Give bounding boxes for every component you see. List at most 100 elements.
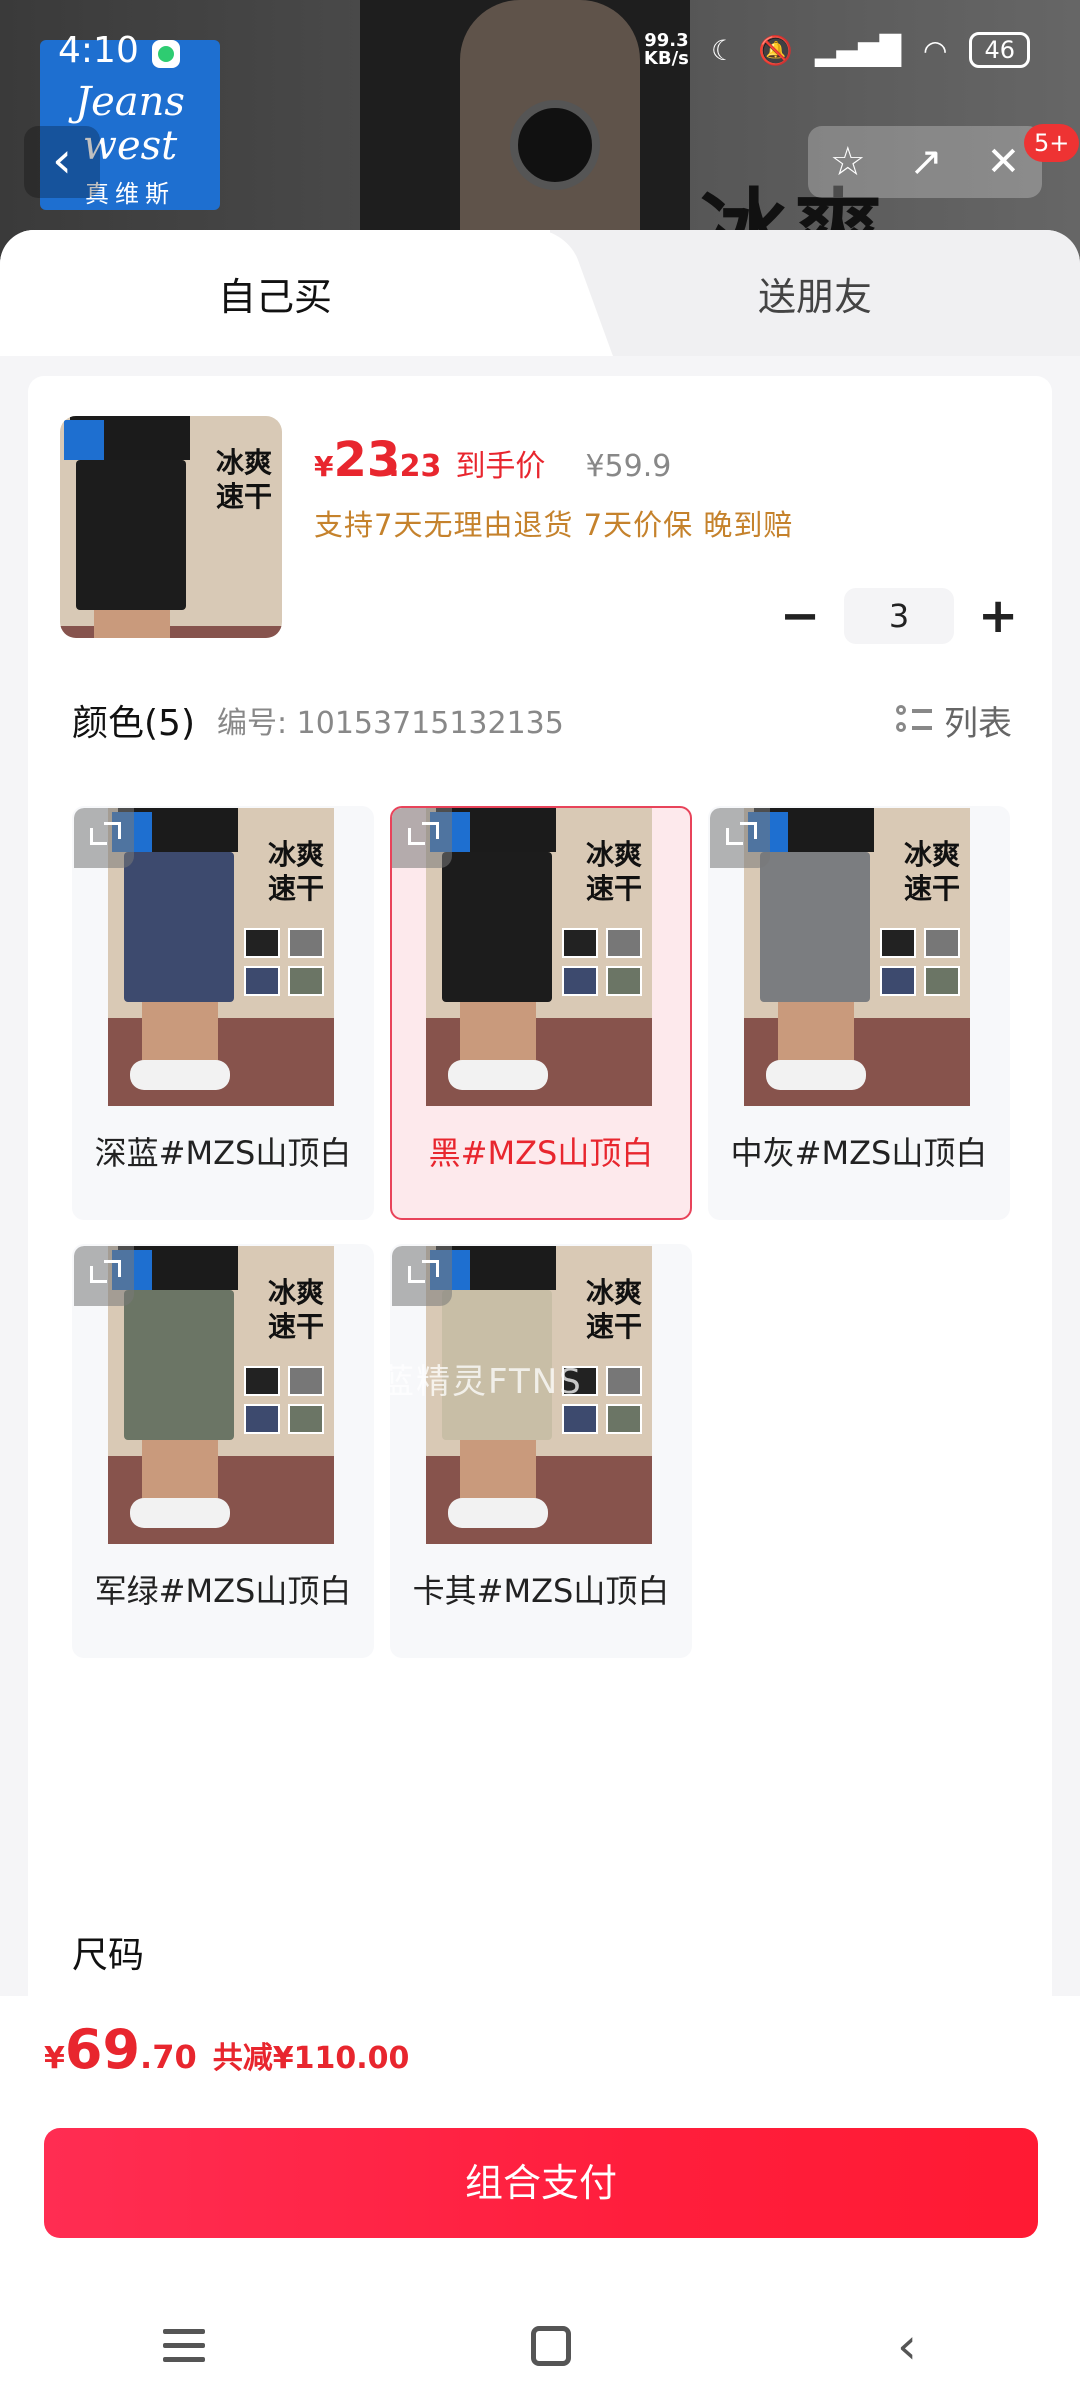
network-speed: 99.3 KB/s [644,32,689,68]
color-option[interactable]: 冰爽 速干中灰#MZS山顶白 [708,806,1010,1220]
list-view-toggle[interactable]: 列表 [896,696,1012,745]
recent-apps-icon[interactable] [163,2329,205,2363]
original-price: ¥59.9 [585,449,672,484]
color-option-image: 冰爽 速干 [426,808,652,1106]
zoom-icon[interactable] [74,1246,134,1306]
total-currency: ¥ [44,2041,65,2076]
image-shorts [124,1290,234,1440]
home-icon[interactable] [531,2326,571,2366]
size-section-title: 尺码 [72,1935,145,1976]
status-icons: 99.3 KB/s ☾ 🔕 ▂▄▆█ ◠ 46 [644,32,1030,68]
system-navigation-bar: ‹ [0,2296,1080,2396]
signal-icon: ▂▄▆█ [814,33,902,67]
image-text: 冰爽 速干 [586,838,642,906]
thumb-text-line2: 速干 [215,480,272,513]
image-shoes [130,1060,230,1090]
status-time: 4:10 [58,30,139,71]
color-option[interactable]: 冰爽 速干军绿#MZS山顶白 [72,1244,374,1658]
price-row: ¥23.23 到手价 ¥59.9 [314,432,671,488]
notification-badge: 5+ [1024,124,1080,162]
network-speed-unit: KB/s [643,48,689,69]
zoom-icon[interactable] [74,808,134,868]
zoom-icon[interactable] [392,808,452,868]
image-text-line1: 冰爽 [267,1276,324,1309]
zoom-icon[interactable] [710,808,770,868]
color-option-image: 冰爽 速干 [108,1246,334,1544]
color-option-label: 军绿#MZS山顶白 [94,1572,352,1610]
color-section-title: 颜色(5) [72,703,195,744]
watermark-text: 蓝精灵FTNS [380,1362,583,1402]
image-text-line2: 速干 [267,872,324,905]
thumb-text-line1: 冰爽 [215,446,272,479]
total-decimal: .70 [140,2038,197,2076]
quantity-input[interactable]: 3 [844,588,954,644]
color-option[interactable]: 冰爽 速干卡其#MZS山顶白 [390,1244,692,1658]
image-text: 冰爽 速干 [586,1276,642,1344]
tab-buy-for-self[interactable]: 自己买 [0,230,550,356]
purchase-tabs: 自己买 送朋友 [0,230,1080,356]
tab-gift-friend-label: 送朋友 [757,274,872,319]
quantity-decrease-button[interactable]: − [780,588,820,644]
image-mini-swatches [244,1366,324,1434]
battery-icon: 46 [969,32,1030,68]
image-shoes [448,1498,548,1528]
color-option[interactable]: 冰爽 速干黑#MZS山顶白 [390,806,692,1220]
thumb-shorts [76,460,186,610]
image-text-line1: 冰爽 [585,838,642,871]
notification-app-icon [152,40,180,68]
service-guarantees: 支持7天无理由退货 7天价保 晚到赔 [314,508,794,542]
thumb-text: 冰爽 速干 [216,446,272,514]
tab-gift-friend[interactable]: 送朋友 [550,230,1080,356]
image-shorts [442,852,552,1002]
image-mini-swatches [880,928,960,996]
options-card: 冰爽 速干 ¥23.23 到手价 ¥59.9 支持7天无理由退货 7天价保 晚到… [28,376,1052,2210]
color-option-label: 黑#MZS山顶白 [428,1134,654,1172]
image-text-line2: 速干 [903,872,960,905]
color-option-image: 冰爽 速干 [108,808,334,1106]
image-mini-swatches [244,928,324,996]
combined-pay-button[interactable]: 组合支付 [44,2128,1038,2238]
total-price: ¥ 69 .70 共减¥110.00 [44,2018,409,2081]
image-text-line1: 冰爽 [267,838,324,871]
price-decimal: .23 [388,449,442,484]
mute-icon: 🔕 [758,33,793,67]
nav-back-icon[interactable]: ‹ [897,2317,917,2375]
quantity-stepper: − 3 + [780,588,1018,644]
image-shoes [130,1498,230,1528]
price-currency: ¥ [314,450,334,483]
image-shorts [124,852,234,1002]
color-option-label: 中灰#MZS山顶白 [730,1134,988,1172]
color-option-label: 卡其#MZS山顶白 [412,1572,670,1610]
quantity-increase-button[interactable]: + [978,588,1018,644]
image-shoes [766,1060,866,1090]
back-arrow-icon[interactable]: ‹ [24,126,100,198]
color-option-image: 冰爽 速干 [744,808,970,1106]
image-shoes [448,1060,548,1090]
total-savings: 共减¥110.00 [212,2041,410,2076]
top-action-bar: ☆ ↗ ✕ [808,126,1042,198]
image-text-line2: 速干 [267,1310,324,1343]
zoom-icon[interactable] [392,1246,452,1306]
product-serial-number: 编号: 10153715132135 [217,706,564,741]
moon-icon: ☾ [710,33,736,67]
list-icon [896,705,932,735]
image-text-line1: 冰爽 [585,1276,642,1309]
price-value: ¥23.23 [314,432,441,488]
image-text-line1: 冰爽 [903,838,960,871]
image-text: 冰爽 速干 [268,1276,324,1344]
thumb-legs [94,610,170,638]
color-option-label: 深蓝#MZS山顶白 [94,1134,352,1172]
star-icon[interactable]: ☆ [830,139,866,185]
tab-buy-for-self-label: 自己买 [217,274,332,319]
image-text: 冰爽 速干 [904,838,960,906]
banner-watch [510,100,600,190]
list-view-label: 列表 [944,703,1012,744]
close-icon[interactable]: ✕ [987,139,1021,185]
checkout-bar: ¥ 69 .70 共减¥110.00 组合支付 ‹ [0,1996,1080,2400]
color-section-header: 颜色(5) 编号: 10153715132135 列表 [72,694,1012,746]
image-shorts [760,852,870,1002]
product-thumbnail[interactable]: 冰爽 速干 [60,416,282,638]
color-option[interactable]: 冰爽 速干深蓝#MZS山顶白 [72,806,374,1220]
share-icon[interactable]: ↗ [909,139,943,185]
image-mini-swatches [562,928,642,996]
